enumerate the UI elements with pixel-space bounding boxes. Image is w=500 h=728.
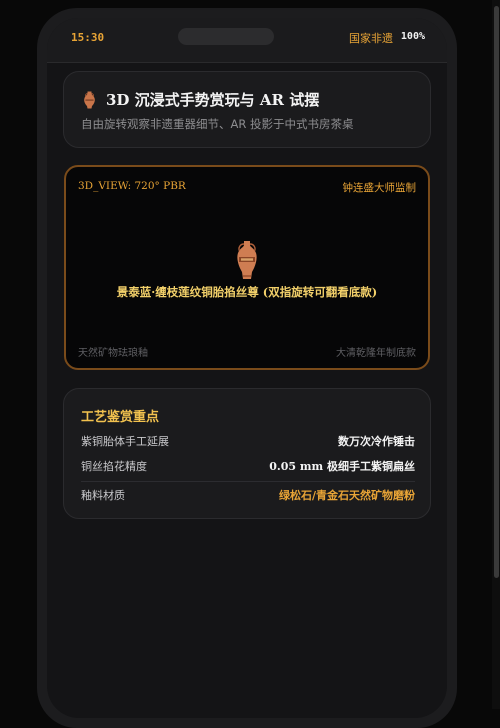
- craft-section-title: 工艺鉴赏重点: [81, 410, 160, 425]
- craft-row-label: 釉料材质: [81, 489, 125, 502]
- craft-row-value: 0.05 mm 极细手工紫铜扁丝: [269, 460, 415, 473]
- 3d-model-viewer[interactable]: 3D_VIEW: 720° PBR 钟连盛大师监制 景泰蓝·缠枝莲纹铜胎掐丝尊 …: [64, 165, 430, 370]
- era-mark-note: 大清乾隆年制底款: [336, 348, 416, 359]
- row-divider: [81, 481, 415, 482]
- status-time: 15:30: [71, 31, 105, 44]
- status-battery: 100%: [400, 31, 425, 42]
- phone-screen: 15:30 国家非遗 100% 3D 沉浸式手势赏玩与 AR 试摆 自由旋转观察…: [47, 18, 447, 718]
- craft-row-value: 绿松石/青金石天然矿物磨粉: [278, 489, 415, 502]
- feature-header-card: 3D 沉浸式手势赏玩与 AR 试摆 自由旋转观察非遗重器细节、AR 投影于中式书…: [63, 71, 431, 148]
- supervisor-credit: 钟连盛大师监制: [342, 182, 417, 194]
- status-bar: 15:30 国家非遗 100%: [47, 18, 447, 63]
- dynamic-island: [178, 28, 274, 45]
- craft-row: 釉料材质 绿松石/青金石天然矿物磨粉: [81, 487, 415, 505]
- craft-row: 铜丝掐花精度 0.05 mm 极细手工紫铜扁丝: [81, 458, 415, 476]
- craft-row-label: 铜丝掐花精度: [81, 460, 147, 473]
- page-subtitle: 自由旋转观察非遗重器细节、AR 投影于中式书房茶桌: [81, 117, 354, 131]
- craft-row-value: 数万次冷作锤击: [338, 435, 415, 448]
- amphora-icon[interactable]: [235, 240, 259, 280]
- page-title: 3D 沉浸式手势赏玩与 AR 试摆: [106, 91, 320, 109]
- phone-frame: 15:30 国家非遗 100% 3D 沉浸式手势赏玩与 AR 试摆 自由旋转观察…: [37, 8, 457, 728]
- amphora-icon: [84, 91, 95, 109]
- status-carrier: 国家非遗: [349, 32, 393, 45]
- craft-row-label: 紫铜胎体手工延展: [81, 435, 169, 448]
- object-name: 景泰蓝·缠枝莲纹铜胎掐丝尊 (双指旋转可翻看底款): [116, 285, 378, 299]
- view-mode-label: 3D_VIEW: 720° PBR: [78, 180, 186, 192]
- craft-highlights-card: 工艺鉴赏重点 紫铜胎体手工延展 数万次冷作锤击 铜丝掐花精度 0.05 mm 极…: [63, 388, 431, 519]
- craft-row: 紫铜胎体手工延展 数万次冷作锤击: [81, 433, 415, 451]
- page-scrollbar-thumb[interactable]: [494, 6, 499, 578]
- material-note: 天然矿物珐琅釉: [78, 348, 148, 359]
